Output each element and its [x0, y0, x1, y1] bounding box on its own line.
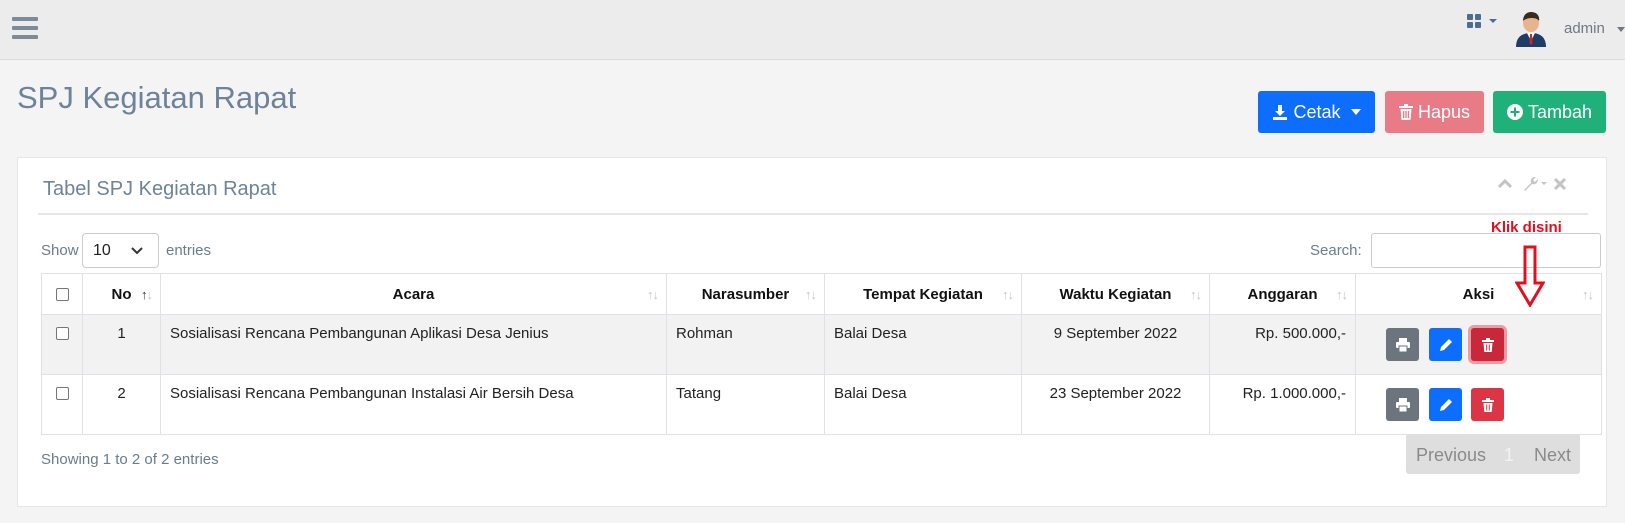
user-menu[interactable]: admin	[1514, 8, 1625, 52]
row-select-cell	[41, 374, 83, 435]
column-header-tempat[interactable]: Tempat Kegiatan ↑↓	[824, 273, 1022, 315]
cetak-button[interactable]: Cetak	[1258, 91, 1375, 133]
cell-acara: Sosialisasi Rencana Pembangunan Aplikasi…	[160, 314, 667, 375]
table-panel: Tabel SPJ Kegiatan Rapat Show 10 entries…	[17, 157, 1607, 507]
column-label: Acara	[392, 285, 435, 303]
cell-no: 1	[82, 314, 161, 375]
pagination: Previous 1 Next	[1406, 434, 1580, 474]
close-icon[interactable]	[1554, 178, 1566, 190]
chevron-down-icon	[131, 247, 143, 255]
show-label: Show	[41, 242, 79, 259]
cell-acara: Sosialisasi Rencana Pembangunan Instalas…	[160, 374, 667, 435]
column-label: Aksi	[1462, 285, 1495, 303]
chevron-down-icon	[1617, 27, 1625, 32]
pencil-icon	[1439, 338, 1452, 351]
cell-anggaran: Rp. 500.000,-	[1209, 314, 1356, 375]
column-label: Tempat Kegiatan	[863, 285, 983, 303]
column-header-anggaran[interactable]: Anggaran ↑↓	[1209, 273, 1356, 315]
user-name: admin	[1564, 20, 1605, 37]
column-header-waktu[interactable]: Waktu Kegiatan ↑↓	[1021, 273, 1210, 315]
entries-label: entries	[166, 242, 212, 259]
row-select-cell	[41, 314, 83, 375]
page-length-select[interactable]: 10	[82, 233, 159, 268]
cetak-label: Cetak	[1293, 101, 1341, 122]
page-length-value: 10	[93, 242, 111, 259]
panel-title: Tabel SPJ Kegiatan Rapat	[43, 178, 277, 200]
edit-row-button[interactable]	[1429, 328, 1462, 361]
annotation-text: Klik disini	[1491, 219, 1562, 236]
cell-narasumber: Tatang	[666, 374, 825, 435]
cell-no: 2	[82, 374, 161, 435]
next-page-button[interactable]: Next	[1534, 445, 1571, 466]
printer-icon	[1395, 337, 1410, 352]
arrow-down-icon	[1515, 245, 1545, 307]
cell-tempat: Balai Desa	[824, 314, 1022, 375]
row-checkbox[interactable]	[55, 327, 69, 340]
select-all-header	[41, 273, 83, 315]
chevron-up-icon[interactable]	[1498, 179, 1512, 189]
column-header-acara[interactable]: Acara ↑↓	[160, 273, 667, 315]
cell-waktu: 9 September 2022	[1021, 314, 1210, 375]
table-header-row: No ↑↓ Acara ↑↓ Narasumber ↑↓ Tempat Kegiata…	[41, 273, 1602, 315]
column-label: Narasumber	[701, 285, 790, 303]
delete-row-button[interactable]	[1471, 388, 1504, 421]
print-row-button[interactable]	[1386, 328, 1419, 361]
panel-tools	[1498, 176, 1578, 198]
cell-aksi	[1355, 374, 1602, 435]
cell-anggaran: Rp. 1.000.000,-	[1209, 374, 1356, 435]
column-header-aksi[interactable]: Aksi ↑↓	[1355, 273, 1602, 315]
print-row-button[interactable]	[1386, 388, 1419, 421]
grid-icon	[1467, 14, 1497, 28]
delete-row-button[interactable]	[1471, 328, 1504, 361]
table-info: Showing 1 to 2 of 2 entries	[41, 451, 219, 468]
table-row: 1 Sosialisasi Rencana Pembangunan Aplika…	[41, 314, 1602, 375]
wrench-icon[interactable]	[1522, 176, 1548, 192]
sort-icon: ↑↓	[1002, 287, 1014, 302]
sort-icon: ↑↓	[1190, 287, 1202, 302]
sort-icon: ↑↓	[141, 287, 153, 302]
column-label: Anggaran	[1247, 285, 1318, 303]
download-icon	[1272, 104, 1288, 120]
user-avatar-icon	[1516, 12, 1546, 47]
sort-icon: ↑↓	[647, 287, 659, 302]
trash-icon	[1481, 397, 1494, 412]
hamburger-icon[interactable]	[12, 17, 38, 39]
column-label: Waktu Kegiatan	[1059, 285, 1172, 303]
cell-waktu: 23 September 2022	[1021, 374, 1210, 435]
top-navbar: admin	[0, 0, 1625, 60]
hapus-label: Hapus	[1417, 101, 1471, 122]
sort-icon: ↑↓	[805, 287, 817, 302]
pencil-icon	[1439, 398, 1452, 411]
panel-divider	[38, 213, 1588, 215]
search-label: Search:	[1310, 242, 1362, 259]
row-checkbox[interactable]	[55, 387, 69, 400]
plus-circle-icon	[1506, 104, 1523, 120]
sort-icon: ↑↓	[1582, 287, 1594, 302]
cell-narasumber: Rohman	[666, 314, 825, 375]
edit-row-button[interactable]	[1429, 388, 1462, 421]
printer-icon	[1395, 397, 1410, 412]
cell-aksi	[1355, 314, 1602, 375]
table-row: 2 Sosialisasi Rencana Pembangunan Instal…	[41, 374, 1602, 435]
trash-icon	[1481, 337, 1494, 352]
caret-down-icon	[1350, 109, 1361, 115]
current-page-button[interactable]: 1	[1504, 445, 1514, 466]
select-all-checkbox[interactable]	[55, 287, 69, 301]
cell-tempat: Balai Desa	[824, 374, 1022, 435]
sort-icon: ↑↓	[1336, 287, 1348, 302]
column-header-no[interactable]: No ↑↓	[82, 273, 161, 315]
column-header-narasumber[interactable]: Narasumber ↑↓	[666, 273, 825, 315]
tambah-button[interactable]: Tambah	[1493, 91, 1606, 133]
column-label: No	[111, 285, 132, 303]
page-title: SPJ Kegiatan Rapat	[17, 80, 297, 115]
data-table: No ↑↓ Acara ↑↓ Narasumber ↑↓ Tempat Kegiata…	[41, 273, 1602, 435]
previous-page-button[interactable]: Previous	[1416, 445, 1486, 466]
apps-menu-button[interactable]	[1467, 14, 1501, 34]
search-input[interactable]	[1371, 233, 1601, 268]
hapus-button[interactable]: Hapus	[1385, 91, 1484, 133]
tambah-label: Tambah	[1527, 101, 1593, 122]
trash-icon	[1398, 104, 1413, 120]
